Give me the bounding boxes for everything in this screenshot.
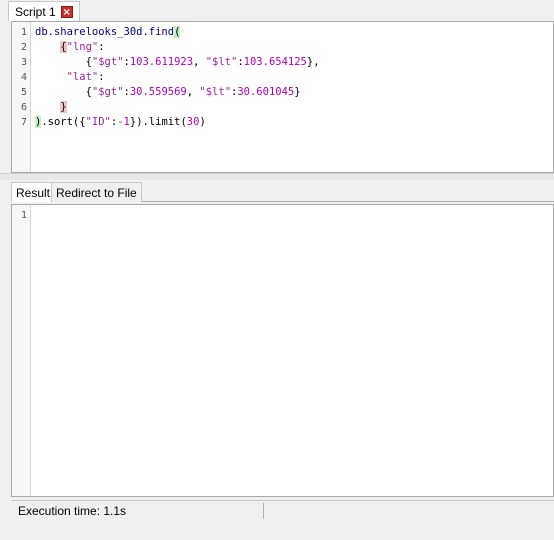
- code-token: }).limit(: [129, 116, 187, 128]
- tab-result[interactable]: Result: [11, 182, 56, 202]
- result-pane[interactable]: 1: [11, 204, 554, 497]
- line-number: 5: [20, 87, 27, 98]
- code-token: :: [98, 71, 105, 83]
- code-token: ,: [193, 56, 206, 68]
- code-token: :: [98, 41, 105, 53]
- code-token: "$lt": [199, 86, 232, 98]
- code-token: 30.559569: [129, 86, 187, 98]
- code-token: {: [35, 56, 92, 68]
- code-token: db.sharelooks_30d.find: [35, 26, 175, 38]
- code-token: "ID": [85, 116, 111, 128]
- code-token: "$gt": [91, 56, 124, 68]
- script-tab-strip: Script 1 ×: [0, 0, 554, 21]
- tab-redirect-to-file[interactable]: Redirect to File: [51, 182, 142, 202]
- status-bar: Execution time: 1.1s: [11, 500, 554, 520]
- close-icon[interactable]: ×: [60, 5, 73, 18]
- code-line: ).sort({"ID":-1}).limit(30): [35, 115, 320, 130]
- code-line: {"$gt":103.611923, "$lt":103.654125},: [35, 55, 320, 70]
- result-line-gutter: 1: [12, 205, 31, 496]
- code-token: "$gt": [91, 86, 124, 98]
- code-token: 30.601045: [237, 86, 295, 98]
- code-token: ,: [186, 86, 200, 98]
- code-line: {"$gt":30.559569, "$lt":30.601045}: [35, 85, 320, 100]
- line-number: 2: [20, 42, 27, 53]
- code-token: "$lt": [205, 56, 238, 68]
- code-token: }: [60, 101, 67, 113]
- line-number: 6: [20, 102, 27, 113]
- code-token: },: [306, 56, 320, 68]
- code-token: 103.654125: [243, 56, 307, 68]
- code-area[interactable]: db.sharelooks_30d.find( {"lng": {"$gt":1…: [35, 25, 320, 130]
- code-token: 103.611923: [129, 56, 194, 68]
- line-number: 4: [20, 72, 27, 83]
- code-line: }: [35, 100, 320, 115]
- code-token: {: [35, 86, 92, 98]
- code-token: 30: [186, 116, 200, 128]
- code-line: "lat":: [35, 70, 320, 85]
- tab-script-1[interactable]: Script 1 ×: [8, 1, 80, 21]
- code-token: (: [174, 26, 181, 38]
- code-line: db.sharelooks_30d.find(: [35, 25, 320, 40]
- code-line: {"lng":: [35, 40, 320, 55]
- script-tab-label: Script 1: [15, 4, 56, 19]
- code-token: }: [294, 86, 301, 98]
- result-tab-strip: Result Redirect to File: [11, 180, 554, 202]
- code-token: "lng": [66, 41, 99, 53]
- code-token: "lat": [66, 71, 99, 83]
- pane-splitter[interactable]: [0, 173, 554, 180]
- code-token: .sort({: [41, 116, 86, 128]
- status-separator: [263, 503, 264, 519]
- execution-time: Execution time: 1.1s: [18, 504, 127, 518]
- line-number: 7: [20, 117, 27, 128]
- line-number-gutter: 1 2 3 4 5 6 7: [12, 22, 31, 172]
- code-token: ): [199, 116, 206, 128]
- result-line-number: 1: [20, 210, 27, 221]
- line-number: 3: [20, 57, 27, 68]
- script-editor[interactable]: 1234567 db.sharelooks_30d.find( {"lng": …: [11, 21, 554, 173]
- code-token: -1: [117, 116, 130, 128]
- line-number: 1: [20, 27, 27, 38]
